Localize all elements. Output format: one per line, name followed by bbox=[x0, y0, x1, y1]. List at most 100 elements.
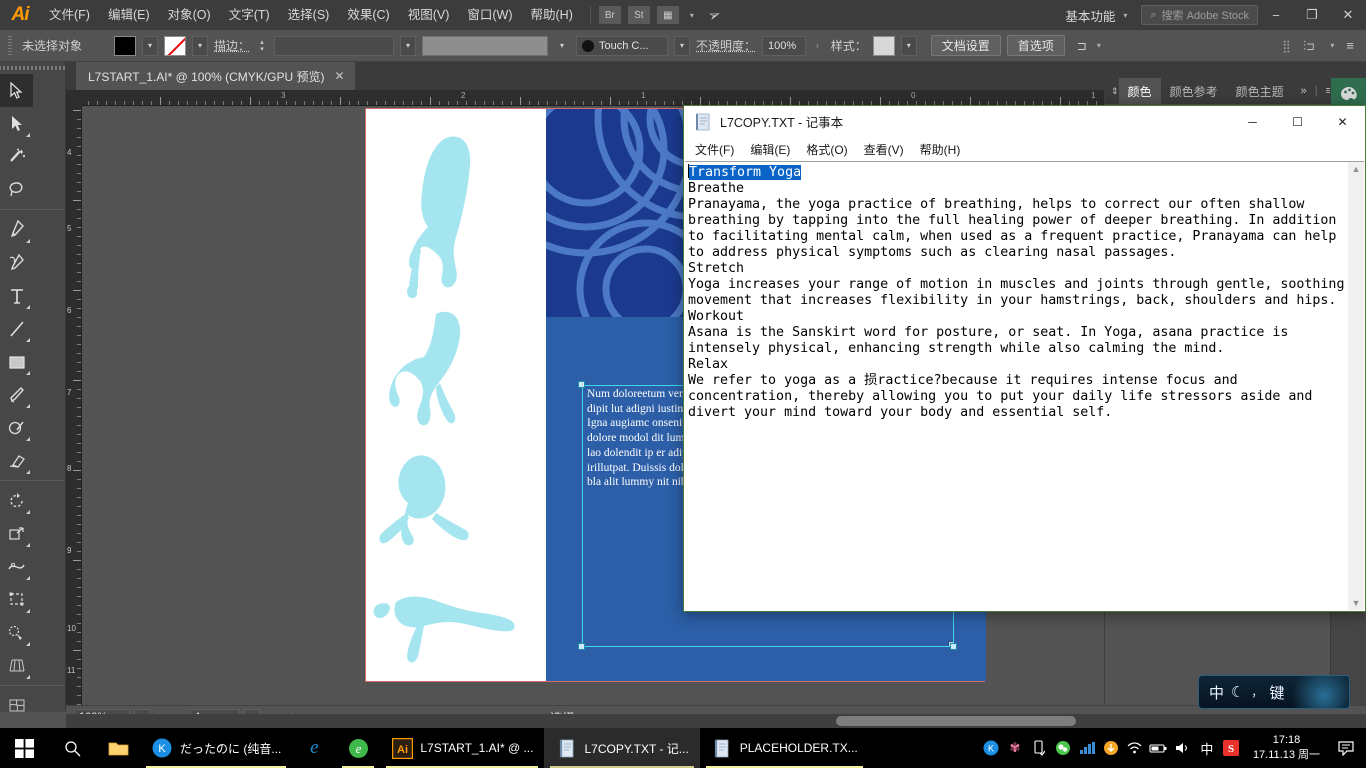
brush-definition-field[interactable]: Touch C... bbox=[576, 36, 668, 56]
panel-expand-icon[interactable]: » bbox=[1301, 85, 1307, 97]
shape-builder-tool[interactable] bbox=[0, 616, 33, 649]
align-chevron-down-icon[interactable]: ▾ bbox=[1330, 41, 1334, 50]
paper-plane-icon[interactable]: ➢ bbox=[705, 4, 723, 25]
stroke-weight-spinner[interactable]: ▴▾ bbox=[256, 36, 268, 56]
mesh-tool[interactable] bbox=[0, 689, 33, 722]
menu-file[interactable]: 文件(F) bbox=[40, 0, 99, 30]
bridge-button[interactable]: Br bbox=[599, 6, 621, 24]
tray-ime-icon[interactable]: 中 bbox=[1195, 728, 1219, 768]
grid-icon[interactable]: ⣿ bbox=[1282, 39, 1291, 53]
eraser-tool[interactable] bbox=[0, 444, 33, 477]
menu-select[interactable]: 选择(S) bbox=[279, 0, 339, 30]
brush-chevron-down-icon[interactable]: ▾ bbox=[674, 36, 690, 56]
rectangle-tool[interactable] bbox=[0, 345, 33, 378]
fill-chevron-down-icon[interactable]: ▾ bbox=[142, 36, 158, 56]
taskbar-browser[interactable]: e bbox=[336, 728, 380, 768]
panel-collapse-icon[interactable]: ⇕ bbox=[1105, 86, 1119, 97]
notepad-close-button[interactable]: ✕ bbox=[1320, 106, 1365, 138]
taskbar-edge[interactable]: e bbox=[292, 728, 336, 768]
stroke-weight-field[interactable] bbox=[274, 36, 394, 56]
text-frame-handle-tl[interactable] bbox=[578, 381, 585, 388]
type-tool[interactable] bbox=[0, 279, 33, 312]
tray-signal-icon[interactable] bbox=[1075, 728, 1099, 768]
moon-icon[interactable]: ☾ bbox=[1231, 683, 1244, 701]
magic-wand-tool[interactable] bbox=[0, 140, 33, 173]
ime-mode-toggle[interactable]: 中 bbox=[1209, 682, 1224, 703]
width-tool[interactable] bbox=[0, 550, 33, 583]
tray-usb-icon[interactable] bbox=[1027, 728, 1051, 768]
stroke-chevron-down-icon[interactable]: ▾ bbox=[192, 36, 208, 56]
rotate-tool[interactable] bbox=[0, 484, 33, 517]
tray-wifi-icon[interactable] bbox=[1123, 728, 1147, 768]
opacity-field[interactable]: 100% bbox=[762, 36, 806, 56]
lasso-tool[interactable] bbox=[0, 173, 33, 206]
tray-download-icon[interactable] bbox=[1099, 728, 1123, 768]
taskbar-notepad-l7copy[interactable]: L7COPY.TXT - 记... bbox=[544, 728, 699, 768]
notepad-selected-text[interactable]: Transform Yoga bbox=[689, 165, 801, 180]
selection-tool[interactable] bbox=[0, 74, 33, 107]
opacity-chevron-icon[interactable]: › bbox=[816, 41, 819, 50]
stock-search-field[interactable]: ⌕ 搜索 Adobe Stock bbox=[1141, 5, 1258, 25]
stock-button[interactable]: St bbox=[628, 6, 650, 24]
ime-floating-bar[interactable]: 中 ☾ ， 键 bbox=[1198, 675, 1350, 709]
tray-volume-icon[interactable] bbox=[1171, 728, 1195, 768]
toolbar-grip[interactable] bbox=[0, 62, 65, 74]
panel-options-icon[interactable]: ≡ bbox=[1346, 38, 1354, 53]
np-menu-file[interactable]: 文件(F) bbox=[688, 139, 741, 160]
maximize-button[interactable]: ❐ bbox=[1294, 0, 1330, 30]
action-center-icon[interactable] bbox=[1330, 728, 1362, 768]
stroke-weight-chevron-down-icon[interactable]: ▾ bbox=[400, 36, 416, 56]
menu-effect[interactable]: 效果(C) bbox=[338, 0, 398, 30]
arrange-chevron-down-icon[interactable]: ▾ bbox=[690, 11, 694, 20]
shaper-tool[interactable] bbox=[0, 411, 33, 444]
ime-punctuation-toggle[interactable]: ， bbox=[1251, 684, 1262, 700]
line-segment-tool[interactable] bbox=[0, 312, 33, 345]
horizontal-scrollbar-thumb[interactable] bbox=[836, 716, 1076, 726]
menu-type[interactable]: 文字(T) bbox=[220, 0, 279, 30]
tab-color[interactable]: 颜色 bbox=[1119, 78, 1161, 104]
paintbrush-tool[interactable] bbox=[0, 378, 33, 411]
document-tab[interactable]: L7START_1.AI* @ 100% (CMYK/GPU 预览) ✕ bbox=[76, 62, 355, 90]
np-menu-help[interactable]: 帮助(H) bbox=[913, 139, 968, 160]
document-setup-button[interactable]: 文档设置 bbox=[931, 35, 1001, 56]
control-bar-grip[interactable] bbox=[8, 36, 12, 56]
notepad-scrollbar[interactable]: ▲ ▼ bbox=[1347, 162, 1364, 610]
taskbar-illustrator[interactable]: Ai L7START_1.AI* @ ... bbox=[380, 728, 544, 768]
menu-edit[interactable]: 编辑(E) bbox=[99, 0, 159, 30]
np-menu-format[interactable]: 格式(O) bbox=[799, 139, 854, 160]
scroll-down-icon[interactable]: ▼ bbox=[1352, 598, 1361, 608]
scroll-up-icon[interactable]: ▲ bbox=[1352, 164, 1361, 174]
taskbar-file-explorer[interactable] bbox=[96, 728, 140, 768]
taskbar-notepad-placeholder[interactable]: PLACEHOLDER.TX... bbox=[700, 728, 869, 768]
tray-clock[interactable]: 17:18 17.11.13 周一 bbox=[1243, 728, 1330, 768]
minimize-button[interactable]: − bbox=[1258, 0, 1294, 30]
notepad-minimize-button[interactable]: ─ bbox=[1230, 106, 1275, 138]
tray-battery-icon[interactable] bbox=[1147, 728, 1171, 768]
search-icon[interactable] bbox=[48, 728, 96, 768]
stroke-profile-field[interactable] bbox=[422, 36, 548, 56]
vertical-ruler[interactable]: 4567891011 bbox=[66, 106, 82, 705]
tray-wechat-icon[interactable] bbox=[1051, 728, 1075, 768]
tray-kugou-icon[interactable]: K bbox=[979, 728, 1003, 768]
notepad-window[interactable]: L7COPY.TXT - 记事本 ─ ☐ ✕ 文件(F) 编辑(E) 格式(O)… bbox=[683, 105, 1366, 612]
text-frame-handle-br[interactable] bbox=[950, 643, 957, 650]
free-transform-tool[interactable] bbox=[0, 583, 33, 616]
notepad-title-bar[interactable]: L7COPY.TXT - 记事本 ─ ☐ ✕ bbox=[684, 106, 1365, 138]
perspective-grid-tool[interactable] bbox=[0, 649, 33, 682]
curvature-tool[interactable] bbox=[0, 246, 33, 279]
style-swatch[interactable] bbox=[873, 36, 895, 56]
windows-start-icon[interactable] bbox=[0, 728, 48, 768]
close-button[interactable]: ✕ bbox=[1330, 0, 1366, 30]
notepad-maximize-button[interactable]: ☐ bbox=[1275, 106, 1320, 138]
notepad-body-text[interactable]: Breathe Pranayama, the yoga practice of … bbox=[688, 181, 1347, 420]
menu-view[interactable]: 视图(V) bbox=[399, 0, 459, 30]
ruler-corner[interactable] bbox=[66, 90, 82, 106]
align-icon[interactable]: ⫶⊐ bbox=[1303, 38, 1315, 54]
transform-icon[interactable]: ⊐ bbox=[1077, 39, 1087, 53]
stroke-swatch[interactable] bbox=[164, 36, 186, 56]
taskbar-kugou[interactable]: K だったのに (纯音... bbox=[140, 728, 292, 768]
menu-window[interactable]: 窗口(W) bbox=[458, 0, 521, 30]
style-chevron-down-icon[interactable]: ▾ bbox=[901, 36, 917, 56]
ime-keyboard-toggle[interactable]: 键 bbox=[1269, 682, 1284, 703]
tab-color-themes[interactable]: 颜色主题 bbox=[1227, 78, 1293, 104]
